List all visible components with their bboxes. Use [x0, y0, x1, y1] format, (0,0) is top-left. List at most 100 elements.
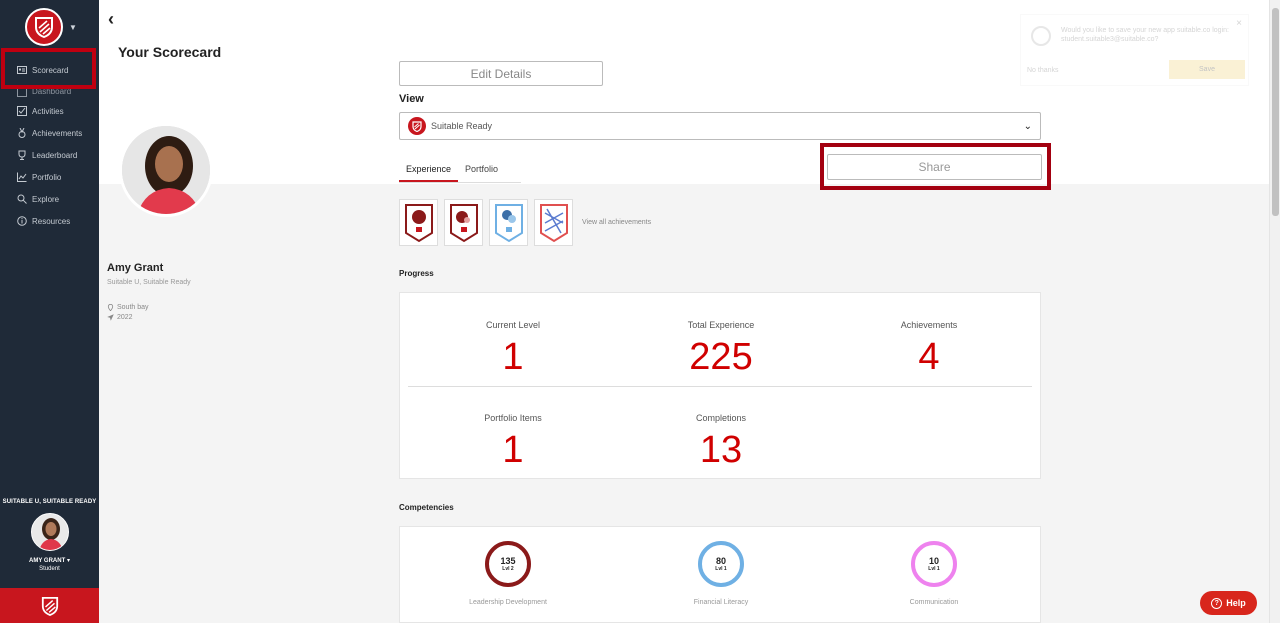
achievement-badge[interactable] — [489, 199, 528, 246]
sidebar-item-label: Activities — [32, 106, 64, 116]
chevron-down-icon: ⌄ — [1023, 120, 1032, 132]
progress-divider — [408, 386, 1032, 387]
sidebar-item-label: Portfolio — [32, 172, 62, 182]
page-title: Your Scorecard — [118, 44, 222, 60]
help-label: Help — [1226, 598, 1246, 608]
competency-value: 135 — [500, 556, 516, 566]
help-button[interactable]: ? Help — [1200, 591, 1257, 615]
sidebar-item-achievements[interactable]: Achievements — [0, 122, 99, 144]
competencies-card: 135 Lvl 2 Leadership Development 80 Lvl … — [399, 526, 1041, 623]
sidebar-item-activities[interactable]: Activities — [0, 100, 99, 122]
info-icon — [17, 216, 27, 226]
send-arrow-icon — [107, 314, 114, 321]
sidebar-item-label: Achievements — [32, 128, 83, 138]
sidebar-item-resources[interactable]: Resources — [0, 210, 99, 232]
edit-details-button[interactable]: Edit Details — [399, 61, 603, 86]
profile-avatar — [119, 123, 213, 217]
explore-icon — [17, 194, 27, 204]
competency-item[interactable]: 10 Lvl 1 Communication — [834, 541, 1034, 606]
highlight-box-share — [820, 143, 1051, 190]
profile-year: 2022 — [107, 314, 133, 321]
badge-banner-icon — [449, 203, 478, 242]
competency-ring: 10 Lvl 1 — [911, 541, 957, 587]
sidebar-item-explore[interactable]: Explore — [0, 188, 99, 210]
stat-label: Portfolio Items — [484, 413, 542, 423]
profile-location: South bay — [107, 304, 149, 311]
user-name-text: AMY GRANT — [29, 558, 66, 564]
competency-label: Communication — [909, 599, 959, 606]
stat-total-experience: Total Experience 225 — [616, 320, 826, 379]
view-select[interactable]: Suitable Ready ⌄ — [399, 112, 1041, 140]
tab-experience[interactable]: Experience — [399, 158, 459, 183]
competency-ring: 80 Lvl 1 — [698, 541, 744, 587]
toast-no-thanks-button[interactable]: No thanks — [1027, 67, 1059, 74]
profile-subtitle: Suitable U, Suitable Ready — [107, 279, 191, 286]
view-select-value: Suitable Ready — [431, 121, 493, 131]
map-pin-icon — [107, 304, 114, 311]
competency-level: Lvl 2 — [502, 566, 514, 572]
sidebar-user-name[interactable]: AMY GRANT ▾ — [0, 557, 99, 564]
back-arrow-icon[interactable]: ‹ — [108, 9, 114, 30]
checkbox-icon — [17, 106, 27, 116]
stat-achievements: Achievements 4 — [824, 320, 1034, 379]
view-all-achievements-link[interactable]: View all achievements — [582, 219, 651, 226]
sidebar-avatar[interactable] — [31, 513, 69, 551]
shield-logo-icon — [25, 8, 63, 46]
competency-label: Leadership Development — [469, 599, 547, 606]
achievement-badge[interactable] — [444, 199, 483, 246]
sidebar-org-name: SUITABLE U, SUITABLE READY — [2, 499, 97, 505]
profile-name: Amy Grant — [107, 262, 164, 274]
sidebar-item-leaderboard[interactable]: Leaderboard — [0, 144, 99, 166]
sidebar-item-label: Explore — [32, 194, 60, 204]
toast-save-button[interactable]: Save — [1169, 60, 1245, 79]
sidebar-item-label: Leaderboard — [32, 150, 78, 160]
stat-label: Current Level — [485, 320, 541, 330]
progress-heading: Progress — [399, 269, 434, 278]
badge-banner-icon — [539, 203, 568, 242]
badge-banner-icon — [404, 203, 433, 242]
competency-ring: 135 Lvl 2 — [485, 541, 531, 587]
sidebar-item-portfolio[interactable]: Portfolio — [0, 166, 99, 188]
help-circle-icon: ? — [1211, 597, 1223, 609]
progress-card: Current Level 1 Total Experience 225 Ach… — [399, 292, 1041, 479]
scrollbar[interactable] — [1269, 0, 1280, 623]
scrollbar-thumb[interactable] — [1272, 8, 1279, 216]
stat-value: 13 — [699, 429, 743, 471]
stat-label: Achievements — [900, 320, 958, 330]
competency-item[interactable]: 80 Lvl 1 Financial Literacy — [621, 541, 821, 606]
achievement-badge[interactable] — [534, 199, 573, 246]
toast-message: Would you like to save your new app suit… — [1061, 27, 1229, 43]
competency-value: 10 — [928, 556, 939, 566]
achievement-badges: View all achievements — [399, 199, 651, 246]
stat-current-level: Current Level 1 — [408, 320, 618, 379]
stat-completions: Completions 13 — [616, 413, 826, 472]
competency-level: Lvl 1 — [715, 566, 727, 572]
stat-value: 225 — [689, 336, 753, 378]
competencies-heading: Competencies — [399, 503, 454, 512]
achievement-badge[interactable] — [399, 199, 438, 246]
close-icon[interactable]: × — [1236, 18, 1242, 29]
stat-value: 4 — [918, 336, 940, 378]
stat-value: 1 — [502, 336, 524, 378]
sidebar: ▼ Scorecard Dashboard Activities Achieve… — [0, 0, 99, 623]
stat-value: 1 — [502, 429, 524, 471]
competency-item[interactable]: 135 Lvl 2 Leadership Development — [408, 541, 608, 606]
tabs-divider — [399, 182, 521, 183]
view-label: View — [399, 93, 424, 105]
save-login-toast: Would you like to save your new app suit… — [1020, 14, 1249, 86]
competency-level: Lvl 1 — [928, 566, 940, 572]
badge-banner-icon — [494, 203, 523, 242]
sidebar-footer-logo — [0, 588, 99, 623]
trophy-icon — [18, 150, 26, 160]
scorecard-tabs: Experience Portfolio — [399, 158, 505, 183]
medal-icon — [18, 128, 26, 138]
year-text: 2022 — [117, 314, 133, 321]
stat-portfolio-items: Portfolio Items 1 — [408, 413, 618, 472]
stat-label: Total Experience — [687, 320, 755, 330]
stat-label: Completions — [695, 413, 747, 423]
tab-portfolio[interactable]: Portfolio — [458, 158, 505, 183]
highlight-box-scorecard — [1, 48, 96, 89]
shield-logo-icon — [408, 117, 426, 135]
chart-icon — [17, 172, 27, 182]
org-switcher[interactable]: ▼ — [25, 8, 77, 46]
